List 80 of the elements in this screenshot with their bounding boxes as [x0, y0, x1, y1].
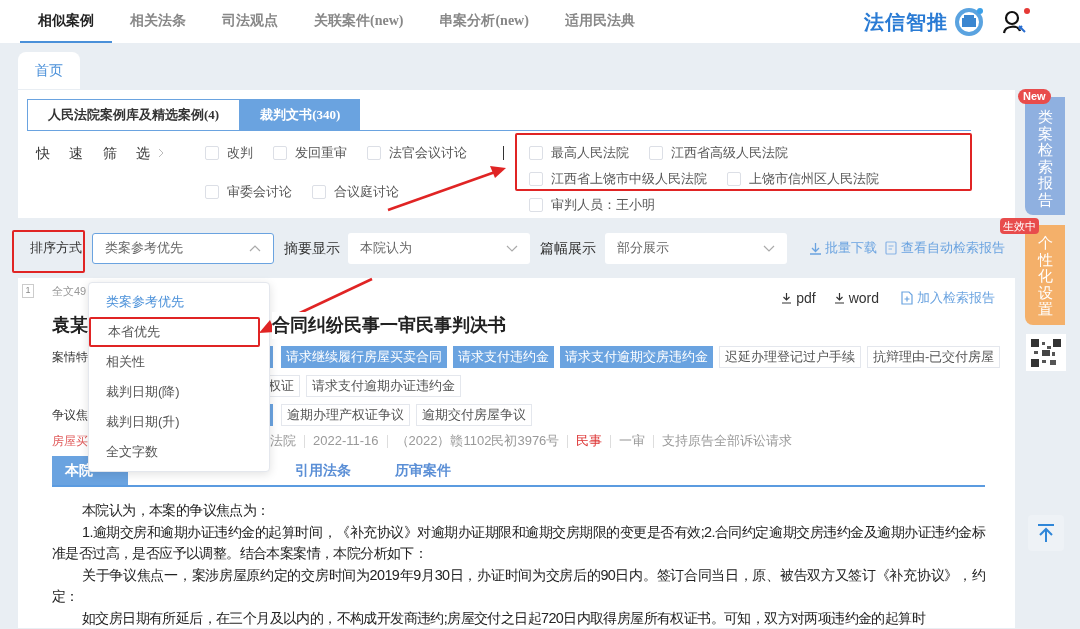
meta-text: 2022-11-16 [313, 432, 379, 451]
arrow-up-icon [1036, 523, 1056, 543]
source-tab[interactable]: 人民法院案例库及精选案例(4) [27, 99, 241, 130]
caret-down-icon [763, 244, 775, 252]
checkbox-label[interactable]: 最高人民法院 [551, 143, 629, 163]
home-tab[interactable]: 首页 [18, 52, 80, 89]
checkbox-label[interactable]: 江西省高级人民法院 [671, 143, 788, 163]
checkbox-label[interactable]: 改判 [227, 143, 253, 163]
quick-filter-label: 快速筛选 [36, 144, 150, 163]
download-icon [781, 292, 793, 304]
meta-text: 支持原告全部诉讼请求 [662, 432, 793, 451]
download-icon [833, 292, 845, 304]
user-icon[interactable] [1002, 8, 1028, 35]
tag[interactable]: 逾期交付房屋争议 [416, 404, 532, 426]
paragraph: 如交房日期有所延后，在三个月及以内的，不构成开发商违约;房屋交付之日起720日内取得房屋所有权证书。可知，双方对两项违约金的起算时 [81, 608, 927, 628]
nav-tab[interactable]: 司法观点 [204, 0, 296, 43]
checkbox-label[interactable]: 法官会议讨论 [389, 143, 467, 163]
checkbox-label[interactable]: 审委会讨论 [227, 182, 292, 202]
dropdown-option[interactable]: 本省优先 [89, 317, 260, 347]
dropdown-option[interactable]: 全文字数 [89, 437, 269, 467]
checkbox[interactable] [367, 146, 381, 160]
qr-code [1026, 334, 1066, 371]
emblem-icon [954, 6, 984, 37]
field-label: 争议焦 [52, 407, 88, 424]
dropdown-option[interactable]: 类案参考优先 [89, 287, 269, 317]
nav-tab[interactable]: 关联案件(new) [296, 0, 422, 43]
checkbox[interactable] [727, 172, 741, 186]
meta-text: （2022）赣1102民初3976号 [395, 432, 560, 451]
chevron-right-icon [158, 148, 164, 158]
nav-tab[interactable]: 相似案例 [20, 0, 112, 43]
new-badge: New [1018, 89, 1051, 104]
checkbox[interactable] [273, 146, 287, 160]
length-label: 篇幅展示 [540, 238, 596, 258]
paragraph: 关于争议焦点一，案涉房屋原约定的交房时间为2019年9月30日，办证时间为交房后的90日内。签订合同当日，原、被告双方又签订《补充协议》，约定： [52, 565, 985, 607]
checkbox[interactable] [312, 185, 326, 199]
checkbox-label[interactable]: 江西省上饶市中级人民法院 [551, 169, 707, 189]
dropdown-option[interactable]: 相关性 [89, 347, 269, 377]
tag[interactable]: 迟延办理登记过户手续 [719, 346, 861, 368]
summary-label: 摘要显示 [284, 238, 340, 258]
checkbox-label[interactable]: 发回重审 [295, 143, 347, 163]
nav-tab[interactable]: 适用民法典 [546, 0, 653, 43]
field-label: 案情特 [52, 349, 88, 366]
add-document-icon [901, 291, 913, 305]
meta-text: 法院 [270, 432, 296, 451]
tag[interactable]: 逾期办理产权证争议 [281, 404, 410, 426]
caret-down-icon [506, 244, 518, 252]
download-link[interactable]: pdf [796, 287, 816, 309]
nav-tab[interactable]: 相关法条 [112, 0, 204, 43]
active-badge: 生效中 [1000, 218, 1039, 234]
tag[interactable]: 抗辩理由-已交付房屋 [867, 346, 1001, 368]
panel-label: 类案检索报告 [1037, 109, 1053, 208]
fulltext-count: 全文49 [52, 283, 87, 299]
checkbox-label[interactable]: 合议庭讨论 [334, 182, 399, 202]
checkbox[interactable] [529, 172, 543, 186]
checkbox[interactable] [649, 146, 663, 160]
paragraph: 本院认为，本案的争议焦点为： [81, 501, 271, 520]
checkbox[interactable] [205, 146, 219, 160]
checkbox-label[interactable]: 上饶市信州区人民法院 [749, 169, 879, 189]
checkbox[interactable] [529, 146, 543, 160]
tag[interactable]: 请求支付逾期办证违约金 [306, 375, 461, 397]
paragraph: 1.逾期交房和逾期办证违约金的起算时间，《补充协议》对逾期办证期限和逾期交房期限的变更是否有效;2.合同约定逾期交房违约金及逾期办证违约金标准是否过高，是否应予以调整。结合本案案情，本院分析如下： [52, 522, 985, 564]
dropdown-option[interactable]: 裁判日期(升) [89, 407, 269, 437]
nav-tab[interactable]: 串案分析(new) [421, 0, 547, 43]
back-to-top-button[interactable] [1028, 515, 1064, 551]
summary-select[interactable]: 本院认为 [348, 232, 530, 264]
sort-label: 排序方式 [30, 239, 82, 258]
panel-label: 个性化设置 [1037, 235, 1053, 318]
sort-select[interactable]: 类案参考优先 [92, 232, 274, 264]
meta-text: 民事 [576, 432, 603, 451]
checkbox[interactable] [529, 198, 543, 212]
caret-up-icon [249, 244, 261, 252]
result-index: 1 [22, 284, 34, 298]
logo-text: 法信智推 [864, 9, 948, 35]
checkbox[interactable] [205, 185, 219, 199]
checkbox-label[interactable]: 审判人员：王小明 [551, 195, 655, 215]
download-link[interactable]: word [848, 287, 879, 309]
report-icon [885, 241, 898, 255]
category-text: 房屋买 [52, 433, 88, 450]
length-select[interactable]: 部分展示 [605, 232, 787, 264]
download-icon [809, 241, 822, 255]
